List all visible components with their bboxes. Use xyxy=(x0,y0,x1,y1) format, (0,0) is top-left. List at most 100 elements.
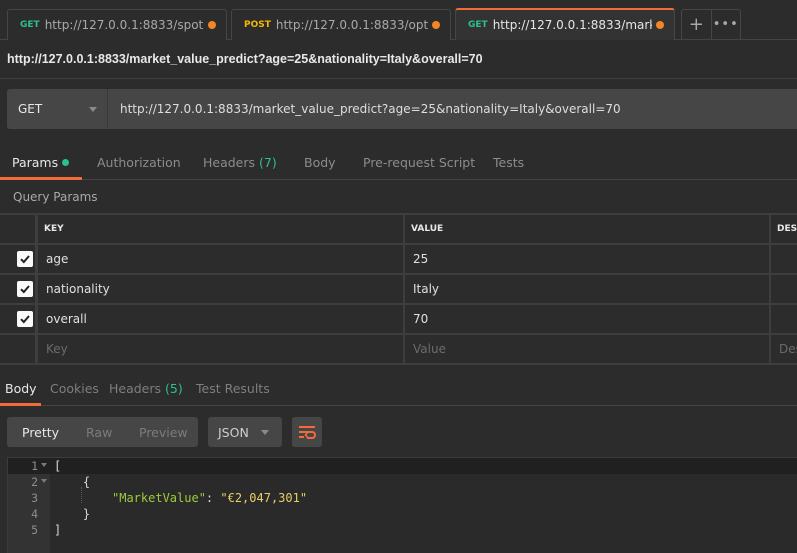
column-header-description: DESCRIPTION xyxy=(777,224,797,234)
response-body-editor[interactable]: 1 [ 2 { 3 "MarketValue": "€2,047,301" 4 … xyxy=(7,457,797,553)
response-tab-test-results[interactable]: Test Results xyxy=(196,381,270,396)
response-tab-cookies[interactable]: Cookies xyxy=(50,381,99,396)
param-value-field[interactable]: 25 xyxy=(405,245,771,273)
header-check-cell xyxy=(0,215,38,243)
param-value-field[interactable]: Italy xyxy=(405,275,771,303)
query-params-label: Query Params xyxy=(13,190,98,204)
response-tab-body[interactable]: Body xyxy=(5,381,37,396)
param-enabled-checkbox[interactable] xyxy=(16,311,33,327)
json-string-value: "€2,047,301" xyxy=(220,491,308,505)
chevron-down-icon xyxy=(89,106,97,112)
tab-params[interactable]: Params xyxy=(12,155,70,170)
checkmark-icon xyxy=(19,255,30,264)
headers-count: (7) xyxy=(259,155,277,170)
check-cell xyxy=(0,275,38,303)
request-title: http://127.0.0.1:8833/market_value_predi… xyxy=(7,52,483,66)
code-line: 3 "MarketValue": "€2,047,301" xyxy=(8,490,797,506)
tab-label: Headers xyxy=(203,155,256,170)
param-enabled-checkbox[interactable] xyxy=(16,281,33,297)
new-description-input[interactable]: Description xyxy=(771,335,797,363)
response-tab-headers[interactable]: Headers (5) xyxy=(109,381,183,396)
tab-tests[interactable]: Tests xyxy=(493,155,524,170)
wrap-lines-icon xyxy=(299,426,316,439)
request-tab-optimize[interactable]: POST http://127.0.0.1:8833/optimize/ xyxy=(231,9,451,40)
unsaved-dot-icon xyxy=(656,21,664,29)
tab-label: Body xyxy=(5,381,37,396)
more-tabs-button[interactable]: ••• xyxy=(710,10,741,39)
tab-label: Test Results xyxy=(196,381,270,396)
method-select-value: GET xyxy=(18,102,43,116)
param-description-field[interactable] xyxy=(771,305,797,333)
tab-url-label: http://127.0.0.1:8833/optimize/ xyxy=(275,18,428,32)
wrap-lines-button[interactable] xyxy=(292,417,322,447)
tab-label: Tests xyxy=(493,155,525,170)
request-tab-spots[interactable]: GET http://127.0.0.1:8833/spots/1920 xyxy=(7,9,227,40)
tab-actions: + ••• xyxy=(681,9,741,39)
code-text: "MarketValue": "€2,047,301" xyxy=(112,491,307,505)
response-view-mode-group: Pretty Raw Preview xyxy=(7,417,198,447)
format-select-value: JSON xyxy=(218,424,249,440)
param-key-field[interactable]: overall xyxy=(38,305,405,333)
request-tab-market-value[interactable]: GET http://127.0.0.1:8833/market_val xyxy=(455,8,675,40)
request-tab-bar: GET http://127.0.0.1:8833/spots/1920 POS… xyxy=(0,0,797,40)
new-value-input[interactable]: Value xyxy=(405,335,771,363)
json-key: "MarketValue" xyxy=(112,491,206,505)
tab-label: Params xyxy=(12,155,59,170)
unsaved-dot-icon xyxy=(432,21,440,29)
url-bar: GET xyxy=(7,89,797,129)
response-format-select[interactable]: JSON xyxy=(208,417,282,447)
line-number: 5 xyxy=(31,523,38,537)
preview-button[interactable]: Preview xyxy=(139,425,188,440)
response-section-tabs: Body Cookies Headers (5) Test Results xyxy=(0,370,797,406)
tab-body[interactable]: Body xyxy=(304,155,336,170)
tab-label: Authorization xyxy=(97,155,181,170)
code-line: 1 [ xyxy=(8,458,797,474)
line-number: 3 xyxy=(31,491,38,505)
query-params-table: KEY VALUE DESCRIPTION age 25 nationality… xyxy=(0,213,797,365)
fold-arrow-icon[interactable] xyxy=(41,479,47,483)
request-section-tabs: Params Authorization Headers (7) Body Pr… xyxy=(0,145,797,180)
param-key-field[interactable]: nationality xyxy=(38,275,405,303)
code-text: } xyxy=(54,507,91,521)
param-key-field[interactable]: age xyxy=(38,245,405,273)
new-key-input[interactable]: Key xyxy=(38,335,405,363)
more-icon: ••• xyxy=(712,17,739,32)
fold-arrow-icon[interactable] xyxy=(41,463,47,467)
param-description-field[interactable] xyxy=(771,275,797,303)
code-text: ] xyxy=(54,523,62,537)
new-param-row: Key Value Description xyxy=(0,335,797,365)
column-header-key: KEY xyxy=(38,215,405,243)
check-cell xyxy=(0,245,38,273)
response-headers-count: (5) xyxy=(165,381,183,396)
code-text: [ xyxy=(54,459,62,473)
line-number: 2 xyxy=(31,475,38,489)
method-select[interactable]: GET xyxy=(7,89,108,129)
chevron-down-icon xyxy=(261,429,269,435)
url-input[interactable] xyxy=(108,89,797,129)
line-number: 1 xyxy=(31,459,38,473)
tab-pre-request-script[interactable]: Pre-request Script xyxy=(363,155,475,170)
pretty-button[interactable]: Pretty xyxy=(22,425,59,440)
active-tab-indicator xyxy=(0,177,82,180)
param-description-field[interactable] xyxy=(771,245,797,273)
code-line: 2 { xyxy=(8,474,797,490)
tab-headers[interactable]: Headers (7) xyxy=(203,155,277,170)
tab-label: Pre-request Script xyxy=(363,155,476,170)
tab-url-label: http://127.0.0.1:8833/market_val xyxy=(492,18,652,32)
param-value-field[interactable]: 70 xyxy=(405,305,771,333)
divider xyxy=(0,78,797,79)
param-enabled-checkbox[interactable] xyxy=(16,251,33,267)
code-line: 5 ] xyxy=(8,522,797,538)
code-text: { xyxy=(54,475,91,489)
line-number: 4 xyxy=(31,507,38,521)
unsaved-dot-icon xyxy=(208,21,216,29)
checkmark-icon xyxy=(19,285,30,294)
table-row: age 25 xyxy=(0,245,797,275)
new-tab-button[interactable]: + xyxy=(682,10,711,39)
tab-label: Headers xyxy=(109,381,162,396)
column-header-value: VALUE xyxy=(405,215,771,243)
raw-button[interactable]: Raw xyxy=(86,425,112,440)
active-tab-indicator xyxy=(0,403,41,406)
tab-label: Body xyxy=(304,155,336,170)
tab-authorization[interactable]: Authorization xyxy=(97,155,181,170)
